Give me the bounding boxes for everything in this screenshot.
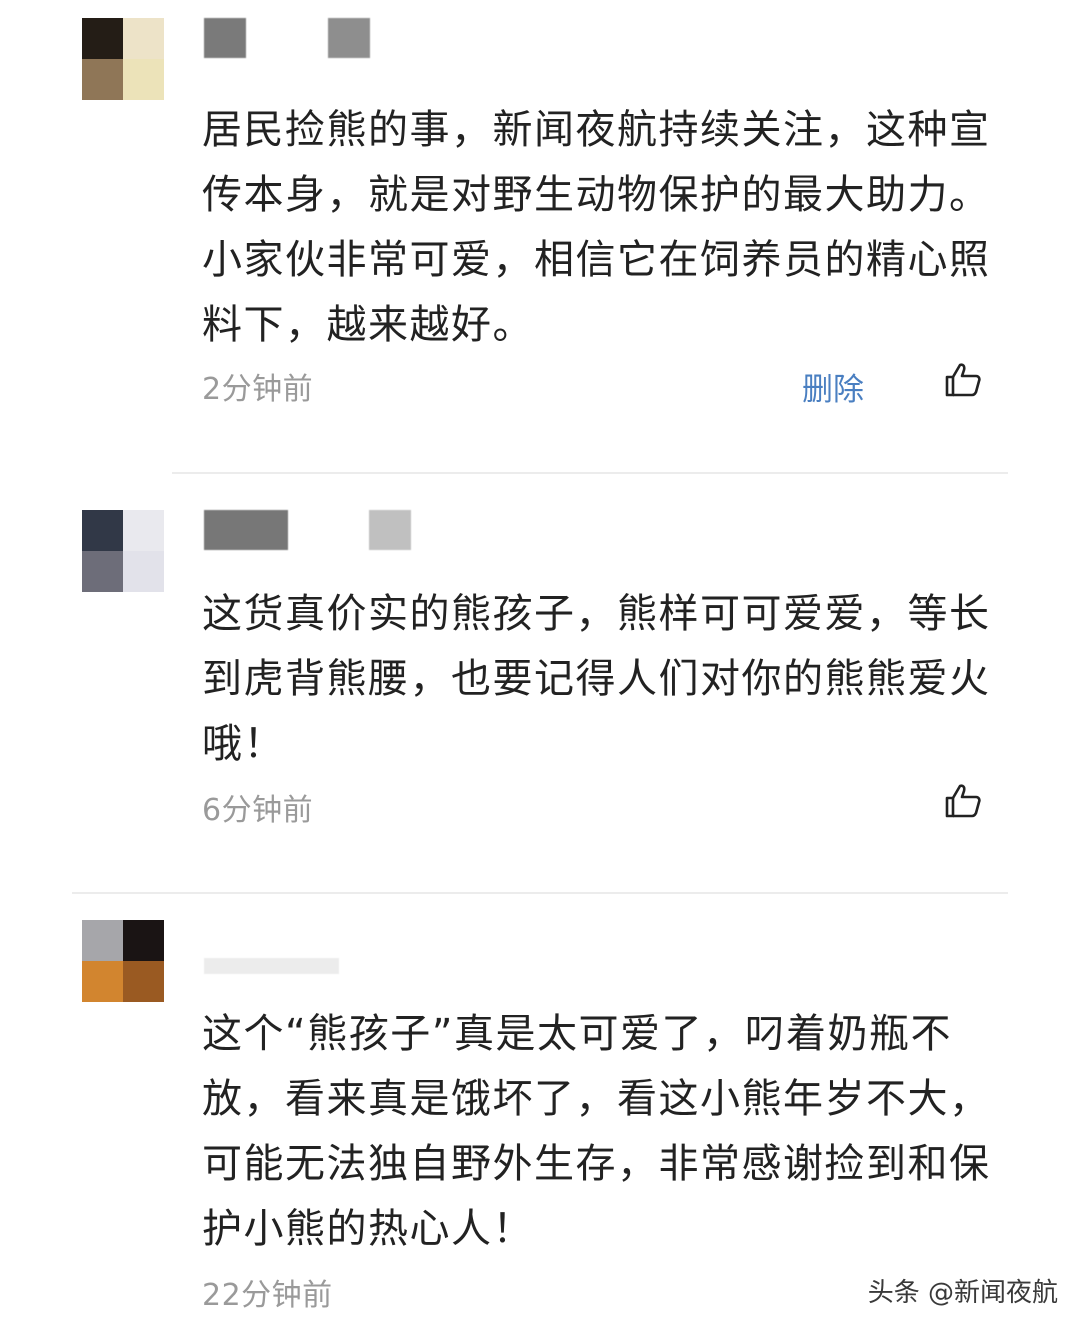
avatar-pixel — [123, 551, 164, 592]
thumbs-up-icon — [945, 363, 981, 397]
avatar-pixel — [82, 551, 123, 592]
divider — [72, 892, 1008, 894]
comment-text: 居民捡熊的事，新闻夜航持续关注，这种宣传本身，就是对野生动物保护的最大助力。小家… — [202, 107, 991, 348]
username-redacted[interactable] — [204, 958, 339, 974]
avatar-pixel — [82, 18, 123, 59]
avatar-pixel — [82, 510, 123, 551]
avatar-pixel — [123, 59, 164, 100]
avatar[interactable] — [82, 510, 164, 592]
username-redacted[interactable] — [204, 510, 288, 550]
avatar-pixel — [82, 920, 123, 961]
avatar[interactable] — [82, 18, 164, 100]
username-redacted[interactable] — [204, 18, 246, 58]
watermark: 头条 @新闻夜航 — [867, 1278, 1058, 1308]
comment-text: 这货真价实的熊孩子，熊样可可爱爱，等长到虎背熊腰，也要记得人们对你的熊熊爱火哦！ — [202, 591, 991, 767]
comment-text: 这个“熊孩子”真是太可爱了，叼着奶瓶不放，看来真是饿坏了，看这小熊年岁不大，可能… — [202, 1011, 991, 1252]
delete-button[interactable]: 删除 — [802, 364, 864, 409]
avatar-pixel — [82, 59, 123, 100]
comment-time: 2分钟前 — [202, 372, 314, 407]
comment-time: 22分钟前 — [202, 1278, 333, 1313]
comment-time: 6分钟前 — [202, 793, 314, 828]
like-button[interactable] — [944, 362, 982, 398]
divider — [172, 472, 1008, 474]
username-redacted[interactable] — [369, 510, 411, 550]
thumbs-up-icon — [945, 784, 981, 818]
avatar-pixel — [123, 920, 164, 961]
like-button[interactable] — [944, 783, 982, 819]
avatar-pixel — [123, 510, 164, 551]
avatar-pixel — [123, 18, 164, 59]
avatar[interactable] — [82, 920, 164, 1002]
username-redacted[interactable] — [328, 18, 370, 58]
avatar-pixel — [123, 961, 164, 1002]
avatar-pixel — [82, 961, 123, 1002]
